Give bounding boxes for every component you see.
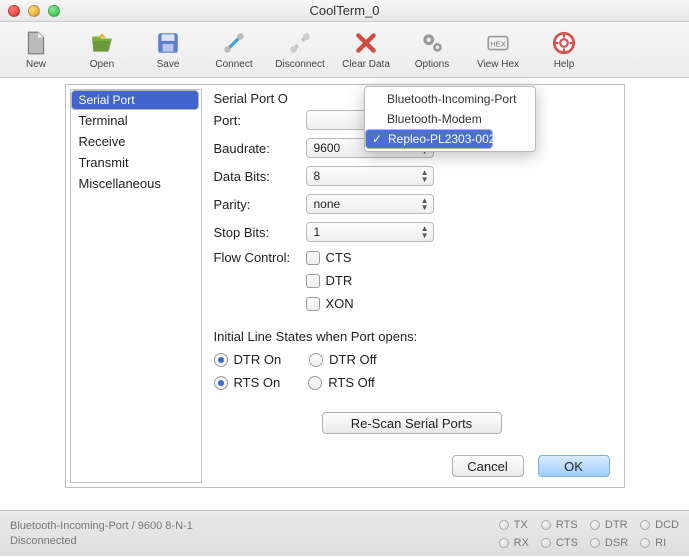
hex-icon: HEX: [484, 29, 512, 57]
clear-icon: [352, 29, 380, 57]
help-button[interactable]: Help: [536, 24, 592, 76]
category-serial-port[interactable]: Serial Port: [71, 90, 199, 110]
svg-text:HEX: HEX: [490, 39, 506, 48]
flow-cts-checkbox[interactable]: CTS: [306, 250, 354, 265]
led-icon: [541, 520, 551, 530]
ok-button[interactable]: OK: [538, 455, 610, 477]
port-label: Port:: [214, 113, 306, 128]
port-option-selected[interactable]: Repleo-PL2303-00202414: [365, 129, 493, 149]
category-list[interactable]: Serial Port Terminal Receive Transmit Mi…: [70, 89, 202, 483]
led-icon: [499, 538, 509, 548]
rts-off-radio[interactable]: RTS Off: [308, 375, 374, 390]
led-icon: [640, 538, 650, 548]
led-icon: [590, 538, 600, 548]
rescan-button[interactable]: Re-Scan Serial Ports: [322, 412, 502, 434]
led-dsr: DSR: [590, 537, 628, 549]
led-icon: [499, 520, 509, 530]
parity-select[interactable]: none▲▼: [306, 194, 434, 214]
save-icon: [154, 29, 182, 57]
save-button[interactable]: Save: [140, 24, 196, 76]
open-button[interactable]: Open: [74, 24, 130, 76]
led-tx: TX: [499, 519, 529, 531]
led-icon: [590, 520, 600, 530]
connect-icon: [220, 29, 248, 57]
led-icon: [640, 520, 650, 530]
checkbox-icon: [306, 251, 320, 265]
led-icon: [541, 538, 551, 548]
status-bar: Bluetooth-Incoming-Port / 9600 8-N-1 Dis…: [0, 510, 689, 556]
chevron-updown-icon: ▲▼: [421, 225, 429, 239]
databits-label: Data Bits:: [214, 169, 306, 184]
dtr-on-radio[interactable]: DTR On: [214, 352, 282, 367]
options-button[interactable]: Options: [404, 24, 460, 76]
file-icon: [22, 29, 50, 57]
disconnect-button[interactable]: Disconnect: [272, 24, 328, 76]
led-dcd: DCD: [640, 519, 679, 531]
led-cts: CTS: [541, 537, 578, 549]
signal-leds: TX RX RTS CTS DTR DSR DCD RI: [487, 519, 679, 549]
category-receive[interactable]: Receive: [71, 131, 201, 152]
led-dtr: DTR: [590, 519, 628, 531]
window-title: CoolTerm_0: [0, 3, 689, 18]
radio-icon: [214, 353, 228, 367]
dialog-buttons: Cancel OK: [452, 455, 610, 477]
chevron-updown-icon: ▲▼: [421, 197, 429, 211]
view-hex-button[interactable]: HEX View Hex: [470, 24, 526, 76]
status-state: Disconnected: [10, 535, 193, 547]
rts-on-radio[interactable]: RTS On: [214, 375, 281, 390]
parity-label: Parity:: [214, 197, 306, 212]
main-area: Serial Port Terminal Receive Transmit Mi…: [0, 78, 689, 510]
stopbits-select[interactable]: 1▲▼: [306, 222, 434, 242]
led-rts: RTS: [541, 519, 578, 531]
new-button[interactable]: New: [8, 24, 64, 76]
port-dropdown[interactable]: Bluetooth-Incoming-Port Bluetooth-Modem …: [364, 86, 536, 152]
initial-states-header: Initial Line States when Port opens:: [214, 329, 610, 344]
category-terminal[interactable]: Terminal: [71, 110, 201, 131]
disconnect-icon: [286, 29, 314, 57]
help-icon: [550, 29, 578, 57]
checkbox-icon: [306, 274, 320, 288]
options-panel: Serial Port Terminal Receive Transmit Mi…: [65, 84, 625, 488]
open-icon: [88, 29, 116, 57]
databits-select[interactable]: 8▲▼: [306, 166, 434, 186]
led-rx: RX: [499, 537, 529, 549]
radio-icon: [309, 353, 323, 367]
checkbox-icon: [306, 297, 320, 311]
radio-icon: [308, 376, 322, 390]
flow-label: Flow Control:: [214, 250, 306, 265]
port-option[interactable]: Bluetooth-Incoming-Port: [365, 89, 535, 109]
gear-icon: [418, 29, 446, 57]
dtr-off-radio[interactable]: DTR Off: [309, 352, 376, 367]
flow-xon-checkbox[interactable]: XON: [306, 296, 354, 311]
category-transmit[interactable]: Transmit: [71, 152, 201, 173]
titlebar: CoolTerm_0: [0, 0, 689, 22]
category-miscellaneous[interactable]: Miscellaneous: [71, 173, 201, 194]
clear-data-button[interactable]: Clear Data: [338, 24, 394, 76]
chevron-updown-icon: ▲▼: [421, 169, 429, 183]
port-option[interactable]: Bluetooth-Modem: [365, 109, 535, 129]
cancel-button[interactable]: Cancel: [452, 455, 524, 477]
status-connection: Bluetooth-Incoming-Port / 9600 8-N-1: [10, 520, 193, 532]
led-ri: RI: [640, 537, 679, 549]
stopbits-label: Stop Bits:: [214, 225, 306, 240]
toolbar: New Open Save Connect Disconnect Clear D…: [0, 22, 689, 78]
radio-icon: [214, 376, 228, 390]
baud-label: Baudrate:: [214, 141, 306, 156]
flow-dtr-checkbox[interactable]: DTR: [306, 273, 354, 288]
connect-button[interactable]: Connect: [206, 24, 262, 76]
